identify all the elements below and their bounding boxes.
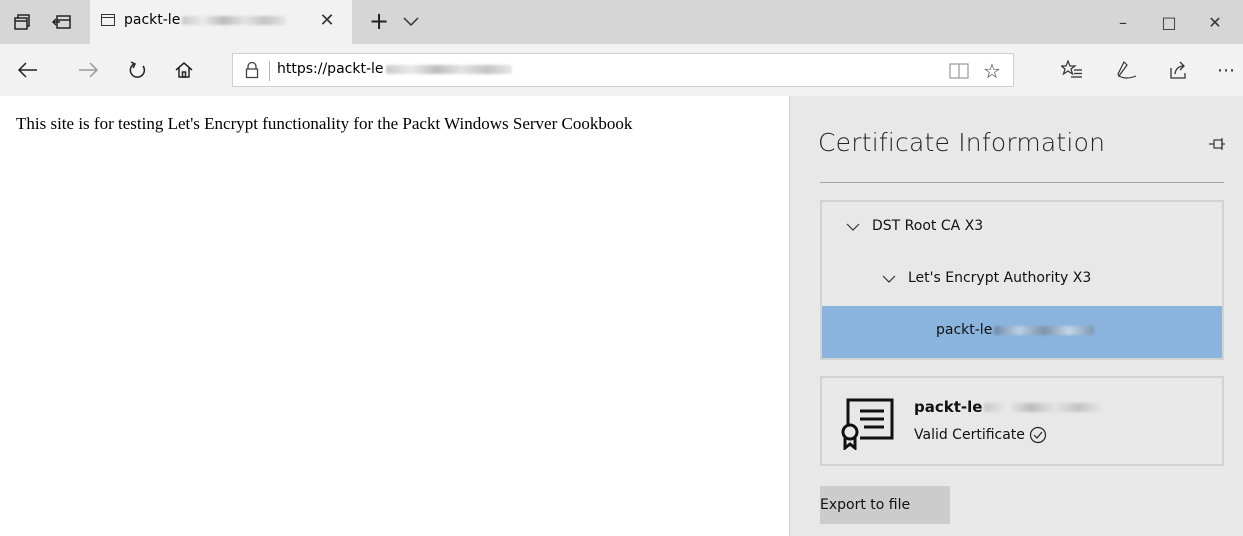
tree-item-label: DST Root CA X3 bbox=[872, 218, 984, 234]
address-separator bbox=[269, 61, 270, 81]
export-to-file-button[interactable]: Export to file bbox=[820, 486, 950, 524]
address-text[interactable]: https://packt-le bbox=[277, 61, 512, 77]
tree-item-root[interactable]: DST Root CA X3 bbox=[822, 202, 1222, 254]
certificate-icon bbox=[836, 394, 896, 454]
tree-item-leaf[interactable]: packt-le bbox=[822, 306, 1222, 358]
set-aside-tabs-icon[interactable] bbox=[10, 10, 34, 34]
check-circle-icon bbox=[1029, 426, 1047, 444]
page-icon bbox=[101, 14, 115, 26]
pin-icon[interactable] bbox=[1208, 136, 1226, 155]
home-icon[interactable] bbox=[170, 56, 198, 84]
browser-tab[interactable]: packt-le ✕ bbox=[90, 0, 352, 44]
pen-icon[interactable] bbox=[1112, 56, 1140, 84]
tab-title: packt-le bbox=[124, 12, 287, 28]
pane-divider bbox=[820, 182, 1224, 183]
close-tab-icon[interactable]: ✕ bbox=[316, 10, 338, 32]
lock-icon[interactable] bbox=[245, 61, 259, 83]
navigation-bar: https://packt-le ☆ ⋯ bbox=[0, 44, 1243, 96]
page-body-text: This site is for testing Let's Encrypt f… bbox=[16, 114, 633, 133]
chevron-down-icon bbox=[846, 223, 860, 231]
certificate-summary-card[interactable]: packt-le Valid Certificate bbox=[820, 376, 1224, 466]
share-icon[interactable] bbox=[1164, 56, 1192, 84]
tree-item-label: packt-le bbox=[936, 322, 1095, 338]
forward-icon[interactable] bbox=[74, 56, 102, 84]
new-tab-button[interactable]: + bbox=[366, 8, 392, 34]
more-icon[interactable]: ⋯ bbox=[1212, 56, 1240, 84]
tree-item-label: Let's Encrypt Authority X3 bbox=[908, 270, 1092, 286]
address-bar[interactable]: https://packt-le ☆ bbox=[232, 53, 1014, 87]
refresh-icon[interactable] bbox=[124, 56, 152, 84]
title-bar: packt-le ✕ + – □ ✕ bbox=[0, 0, 1243, 44]
maximize-button[interactable]: □ bbox=[1146, 0, 1192, 44]
export-button-label: Export to file bbox=[820, 497, 911, 513]
certificate-status: Valid Certificate bbox=[914, 426, 1047, 444]
favorite-star-icon[interactable]: ☆ bbox=[983, 59, 1001, 83]
chevron-down-icon bbox=[882, 275, 896, 283]
certificate-name: packt-le bbox=[914, 398, 1103, 416]
tabs-aside-icon[interactable] bbox=[50, 10, 74, 34]
minimize-button[interactable]: – bbox=[1100, 0, 1146, 44]
reading-view-icon[interactable] bbox=[949, 62, 969, 84]
tree-item-intermediate[interactable]: Let's Encrypt Authority X3 bbox=[822, 254, 1222, 306]
chevron-down-icon[interactable] bbox=[400, 10, 422, 32]
certificate-pane: Certificate Information DST Root CA X3 L… bbox=[789, 96, 1243, 536]
certificate-chain-tree: DST Root CA X3 Let's Encrypt Authority X… bbox=[820, 200, 1224, 360]
back-icon[interactable] bbox=[14, 56, 42, 84]
close-window-button[interactable]: ✕ bbox=[1192, 0, 1238, 44]
favorites-list-icon[interactable] bbox=[1058, 56, 1086, 84]
pane-title: Certificate Information bbox=[818, 128, 1106, 157]
